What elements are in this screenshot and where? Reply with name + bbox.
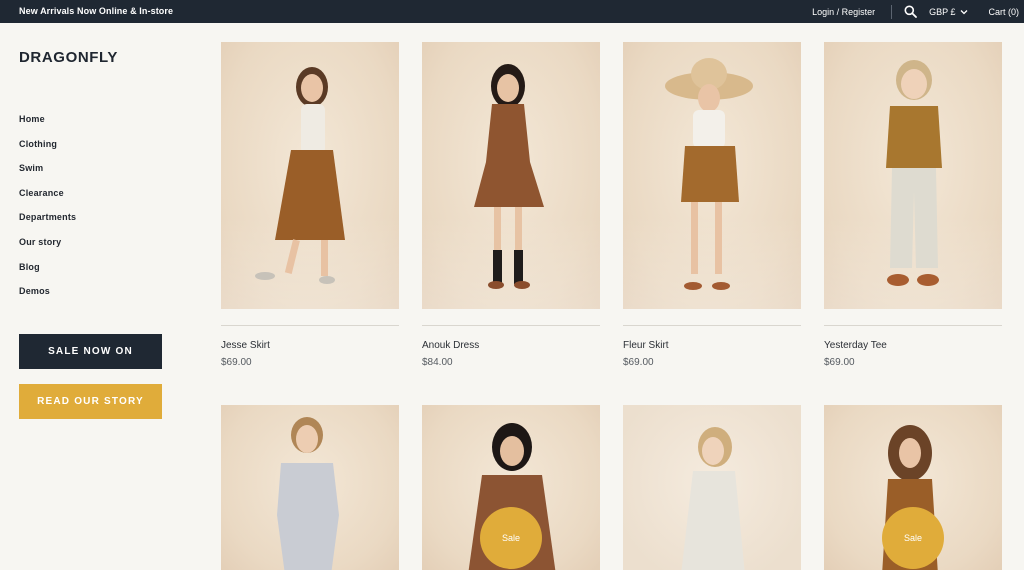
- product-image[interactable]: [422, 42, 600, 309]
- product-name[interactable]: Yesterday Tee: [824, 340, 1002, 351]
- read-our-story-button[interactable]: READ OUR STORY: [19, 384, 162, 419]
- sale-badge: Sale: [882, 507, 944, 569]
- nav-item-our-story[interactable]: Our story: [19, 236, 76, 261]
- product-image[interactable]: [221, 42, 399, 309]
- sale-badge: Sale: [480, 507, 542, 569]
- nav-item-demos[interactable]: Demos: [19, 285, 76, 310]
- product-image[interactable]: Sale: [422, 405, 600, 570]
- search-icon[interactable]: [904, 5, 918, 18]
- chevron-down-icon: [960, 7, 968, 17]
- product-card[interactable]: [221, 405, 399, 570]
- product-image[interactable]: [623, 42, 801, 309]
- product-name[interactable]: Anouk Dress: [422, 340, 600, 351]
- product-image[interactable]: [623, 405, 801, 570]
- sidebar-nav: Home Clothing Swim Clearance Departments…: [19, 113, 76, 310]
- product-price: $69.00: [824, 357, 855, 368]
- announcement-text: New Arrivals Now Online & In-store: [19, 6, 174, 16]
- product-price: $69.00: [221, 357, 252, 368]
- cart-link[interactable]: Cart (0): [988, 7, 1019, 17]
- product-name[interactable]: Fleur Skirt: [623, 340, 801, 351]
- product-image[interactable]: Sale: [824, 405, 1002, 570]
- currency-selector[interactable]: GBP £: [929, 7, 968, 17]
- announcement-bar: New Arrivals Now Online & In-store Login…: [0, 0, 1024, 23]
- nav-item-clothing[interactable]: Clothing: [19, 138, 76, 163]
- nav-item-blog[interactable]: Blog: [19, 261, 76, 286]
- product-price: $84.00: [422, 357, 453, 368]
- product-name[interactable]: Jesse Skirt: [221, 340, 399, 351]
- product-card[interactable]: Sale: [422, 405, 600, 570]
- product-card[interactable]: Yesterday Tee $69.00: [824, 42, 1002, 368]
- product-image[interactable]: [824, 42, 1002, 309]
- product-card[interactable]: Fleur Skirt $69.00: [623, 42, 801, 368]
- product-image[interactable]: [221, 405, 399, 570]
- nav-item-clearance[interactable]: Clearance: [19, 187, 76, 212]
- header-divider: [891, 4, 893, 19]
- header-utilities: Login / Register GBP £ Cart (0): [812, 0, 1024, 23]
- product-price: $69.00: [623, 357, 654, 368]
- currency-label: GBP £: [929, 6, 956, 17]
- nav-item-swim[interactable]: Swim: [19, 162, 76, 187]
- nav-item-departments[interactable]: Departments: [19, 211, 76, 236]
- sale-now-on-button[interactable]: SALE NOW ON: [19, 334, 162, 369]
- product-card[interactable]: [623, 405, 801, 570]
- login-register-link[interactable]: Login / Register: [812, 7, 875, 17]
- product-card[interactable]: Jesse Skirt $69.00: [221, 42, 399, 368]
- product-card[interactable]: Sale: [824, 405, 1002, 570]
- brand-logo[interactable]: DRAGONFLY: [19, 49, 118, 66]
- nav-item-home[interactable]: Home: [19, 113, 76, 138]
- product-card[interactable]: Anouk Dress $84.00: [422, 42, 600, 368]
